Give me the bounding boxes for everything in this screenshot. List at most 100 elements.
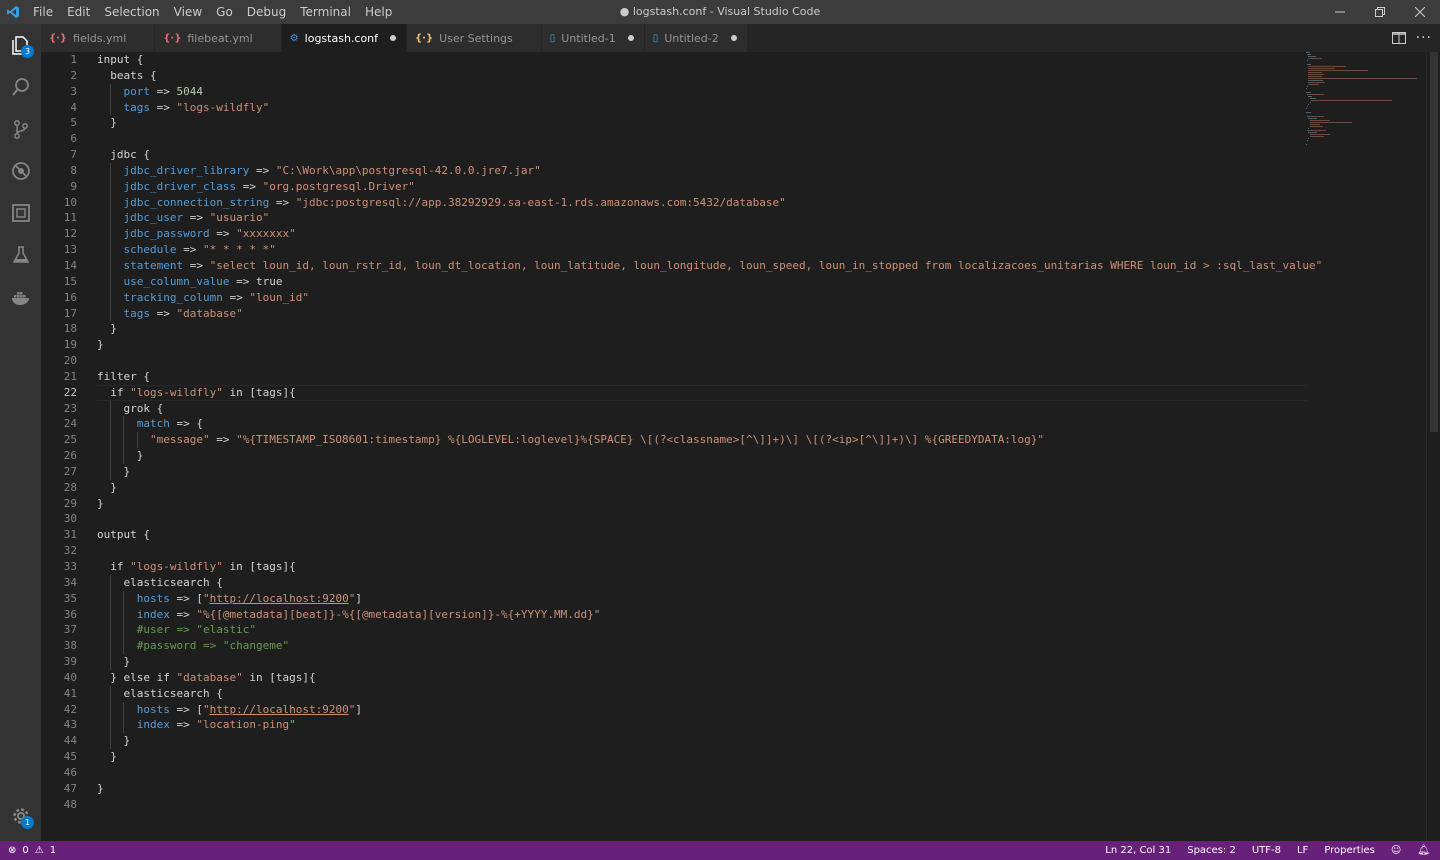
encoding[interactable]: UTF-8 bbox=[1252, 845, 1281, 856]
feedback-icon[interactable]: ☺ bbox=[1391, 845, 1401, 856]
unsaved-dot-icon[interactable] bbox=[730, 35, 737, 41]
menu-debug[interactable]: Debug bbox=[240, 0, 293, 24]
code-line[interactable]: } bbox=[97, 321, 1307, 337]
line-number: 6 bbox=[70, 132, 77, 146]
menu-help[interactable]: Help bbox=[358, 0, 399, 24]
code-line[interactable]: jdbc { bbox=[97, 147, 1307, 163]
code-line[interactable] bbox=[97, 543, 1307, 559]
code-line[interactable]: tags => "database" bbox=[97, 305, 1307, 322]
indentation[interactable]: Spaces: 2 bbox=[1187, 845, 1236, 856]
tab-fields-yml[interactable]: {·} fields.yml bbox=[41, 24, 156, 52]
code-line[interactable]: tags => "logs-wildfly" bbox=[97, 99, 1307, 116]
restore-button[interactable] bbox=[1360, 0, 1400, 24]
code-line[interactable]: } bbox=[97, 733, 1307, 750]
code-line[interactable]: } bbox=[97, 115, 1307, 131]
end-of-line[interactable]: LF bbox=[1297, 845, 1308, 856]
menu-bar: File Edit Selection View Go Debug Terminal Help bbox=[26, 0, 399, 24]
code-line[interactable]: elasticsearch { bbox=[97, 685, 1307, 702]
docker-button[interactable] bbox=[0, 276, 41, 318]
indent-guide bbox=[110, 416, 112, 433]
code-line[interactable]: tracking_column => "loun_id" bbox=[97, 289, 1307, 306]
minimize-button[interactable] bbox=[1320, 0, 1360, 24]
code-line[interactable] bbox=[97, 797, 1307, 813]
code-line[interactable]: output { bbox=[97, 527, 1307, 543]
menu-file[interactable]: File bbox=[26, 0, 60, 24]
code-line[interactable]: } bbox=[97, 448, 1307, 464]
source-control-button[interactable] bbox=[0, 108, 41, 150]
code-line[interactable]: } bbox=[97, 337, 1307, 353]
code-line[interactable]: jdbc_connection_string => "jdbc:postgres… bbox=[97, 194, 1307, 211]
menu-selection[interactable]: Selection bbox=[97, 0, 166, 24]
code-editor[interactable]: 1 2 3 4 5 6 7 8 9 10 11 12 13 14 15 16 17 18 19 20 21 22 23 24 2… bbox=[41, 52, 1440, 841]
line-number: 47 bbox=[63, 781, 77, 795]
extensions-button[interactable] bbox=[0, 192, 41, 234]
code-line[interactable]: jdbc_driver_library => "C:\Work\app\post… bbox=[97, 162, 1307, 179]
code-line[interactable] bbox=[97, 131, 1307, 147]
debug-button[interactable] bbox=[0, 150, 41, 192]
code-line[interactable]: index => "location-ping" bbox=[97, 717, 1307, 734]
code-line[interactable]: hosts => ["http://localhost:9200"] bbox=[97, 590, 1307, 607]
code-line[interactable]: input { bbox=[97, 52, 1307, 68]
tab-filebeat-yml[interactable]: {·} filebeat.yml bbox=[155, 24, 282, 52]
minimap[interactable] bbox=[1306, 52, 1426, 152]
code-line[interactable]: if "logs-wildfly" in [tags]{ bbox=[97, 559, 1307, 575]
more-actions-icon[interactable]: ··· bbox=[1416, 30, 1432, 46]
code-line[interactable]: } bbox=[97, 781, 1307, 797]
menu-terminal[interactable]: Terminal bbox=[293, 0, 358, 24]
code-area[interactable]: input { beats { port => 5044 tags => "lo… bbox=[97, 52, 1322, 813]
test-button[interactable] bbox=[0, 234, 41, 276]
vscode-logo-icon bbox=[0, 0, 26, 24]
problems-indicator[interactable]: ⊗ 0 ⚠ 1 bbox=[0, 845, 56, 856]
tab-user-settings[interactable]: {·} User Settings bbox=[407, 24, 542, 52]
file-type-icon: ⚙ bbox=[289, 32, 299, 44]
search-icon bbox=[11, 78, 29, 96]
code-line[interactable] bbox=[97, 765, 1307, 781]
search-button[interactable] bbox=[0, 66, 41, 108]
code-line[interactable]: jdbc_password => "xxxxxxx" bbox=[97, 226, 1307, 243]
split-editor-icon[interactable] bbox=[1391, 29, 1406, 48]
menu-go[interactable]: Go bbox=[209, 0, 240, 24]
indent-guide bbox=[123, 416, 125, 433]
code-line[interactable]: #password => "changeme" bbox=[97, 638, 1307, 655]
close-window-button[interactable] bbox=[1400, 0, 1440, 24]
code-line[interactable]: } bbox=[97, 749, 1307, 765]
vertical-scrollbar[interactable] bbox=[1426, 52, 1440, 841]
code-line[interactable]: index => "%{[@metadata][beat]}-%{[@metad… bbox=[97, 606, 1307, 623]
code-line[interactable]: beats { bbox=[97, 68, 1307, 84]
explorer-button[interactable]: 3 bbox=[0, 24, 41, 66]
code-line[interactable]: hosts => ["http://localhost:9200"] bbox=[97, 701, 1307, 718]
code-line[interactable]: #user => "elastic" bbox=[97, 622, 1307, 639]
tab-label: filebeat.yml bbox=[187, 31, 253, 45]
cursor-position[interactable]: Ln 22, Col 31 bbox=[1105, 845, 1171, 856]
menu-view[interactable]: View bbox=[167, 0, 209, 24]
code-line[interactable]: jdbc_user => "usuario" bbox=[97, 210, 1307, 227]
code-line[interactable]: } bbox=[97, 463, 1307, 480]
code-line[interactable]: port => 5044 bbox=[97, 83, 1307, 100]
code-line[interactable]: statement => "select loun_id, loun_rstr_… bbox=[97, 257, 1322, 274]
code-line[interactable]: grok { bbox=[97, 400, 1307, 417]
code-line[interactable]: schedule => "* * * * *" bbox=[97, 242, 1307, 258]
scrollbar-thumb[interactable] bbox=[1430, 52, 1438, 432]
tab-logstash-conf[interactable]: ⚙ logstash.conf bbox=[281, 24, 408, 52]
unsaved-dot-icon[interactable] bbox=[390, 35, 397, 41]
code-line[interactable]: } bbox=[97, 480, 1307, 496]
manage-button[interactable]: 1 bbox=[0, 795, 41, 837]
code-line[interactable]: } bbox=[97, 654, 1307, 670]
menu-edit[interactable]: Edit bbox=[60, 0, 97, 24]
unsaved-dot-icon[interactable] bbox=[627, 35, 634, 41]
tab-untitled-2[interactable]: ▯ Untitled-2 bbox=[644, 24, 748, 52]
code-line[interactable]: match => { bbox=[97, 416, 1307, 433]
code-line[interactable] bbox=[97, 353, 1307, 369]
code-line[interactable]: elasticsearch { bbox=[97, 574, 1307, 591]
code-line[interactable]: "message" => "%{TIMESTAMP_ISO8601:timest… bbox=[97, 432, 1307, 449]
code-line[interactable]: jdbc_driver_class => "org.postgresql.Dri… bbox=[97, 178, 1307, 195]
tab-untitled-1[interactable]: ▯ Untitled-1 bbox=[541, 24, 645, 52]
notifications-bell-icon[interactable]: 🔔︎ bbox=[1417, 845, 1430, 856]
code-line[interactable]: } else if "database" in [tags]{ bbox=[97, 670, 1307, 686]
code-line[interactable]: } bbox=[97, 496, 1307, 512]
code-line[interactable]: use_column_value => true bbox=[97, 273, 1307, 290]
code-line[interactable]: if "logs-wildfly" in [tags]{ bbox=[97, 384, 1307, 401]
code-line[interactable] bbox=[97, 511, 1307, 527]
language-mode[interactable]: Properties bbox=[1324, 845, 1375, 856]
code-line[interactable]: filter { bbox=[97, 369, 1307, 385]
